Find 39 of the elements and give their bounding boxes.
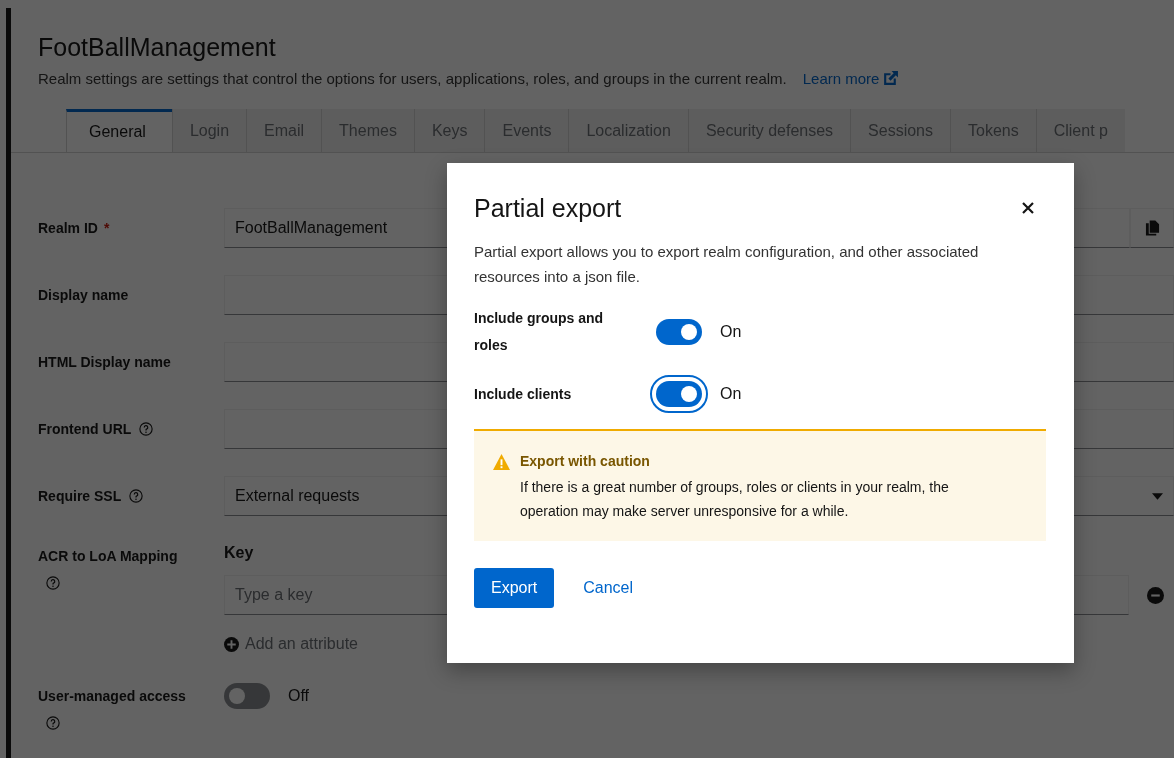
required-asterisk: * (103, 220, 110, 236)
option-label: Include clients (474, 384, 573, 404)
copy-icon (1144, 220, 1160, 236)
plus-circle-icon (224, 636, 239, 652)
help-icon[interactable] (139, 422, 154, 436)
help-icon[interactable] (46, 576, 60, 590)
field-label: User-managed access (38, 687, 186, 704)
field-label: Require SSL (38, 488, 122, 504)
learn-more-link[interactable]: Learn more (802, 70, 900, 87)
copy-button[interactable] (1130, 208, 1174, 248)
help-icon[interactable] (129, 489, 144, 503)
caret-icon (1152, 492, 1163, 500)
field-label: Display name (38, 287, 129, 303)
switch-state-label: Off (288, 686, 310, 705)
alert-title: Export with caution (520, 453, 651, 469)
close-icon[interactable] (1022, 202, 1034, 214)
toggle-switch[interactable] (656, 319, 702, 345)
help-icon[interactable] (46, 715, 60, 730)
switch-state-label: On (720, 385, 742, 403)
warning-icon (493, 454, 510, 470)
add-attribute-link[interactable]: Add an attribute (224, 635, 358, 653)
alert-message: If there is a great number of groups, roles or clients in your realm, the operation may make server unresponsive for a while. (520, 478, 950, 521)
remove-icon[interactable] (1147, 586, 1164, 604)
column-header: Key (224, 543, 255, 563)
field-label: ACR to LoA Mapping (38, 548, 178, 564)
toggle-switch[interactable] (224, 682, 270, 709)
export-button[interactable]: Export (474, 568, 555, 608)
modal-title: Partial export (474, 193, 622, 224)
cancel-button[interactable]: Cancel (566, 568, 651, 608)
field-label: Frontend URL (38, 421, 132, 437)
page-title: FootBallManagement (37, 32, 277, 62)
modal-description: Partial export allows you to export realm configuration, and other associated resources into a json file. (474, 242, 980, 287)
tab[interactable]: General (66, 109, 172, 152)
option-label: Include groups and roles (474, 309, 605, 355)
field-label: HTML Display name (38, 354, 171, 370)
switch-state-label: On (720, 323, 742, 341)
page-description: Realm settings are settings that control the options for users, applications, roles, and groups in the current realm. (38, 70, 787, 87)
field-label: Realm ID (38, 220, 98, 236)
external-link-icon (882, 70, 900, 87)
